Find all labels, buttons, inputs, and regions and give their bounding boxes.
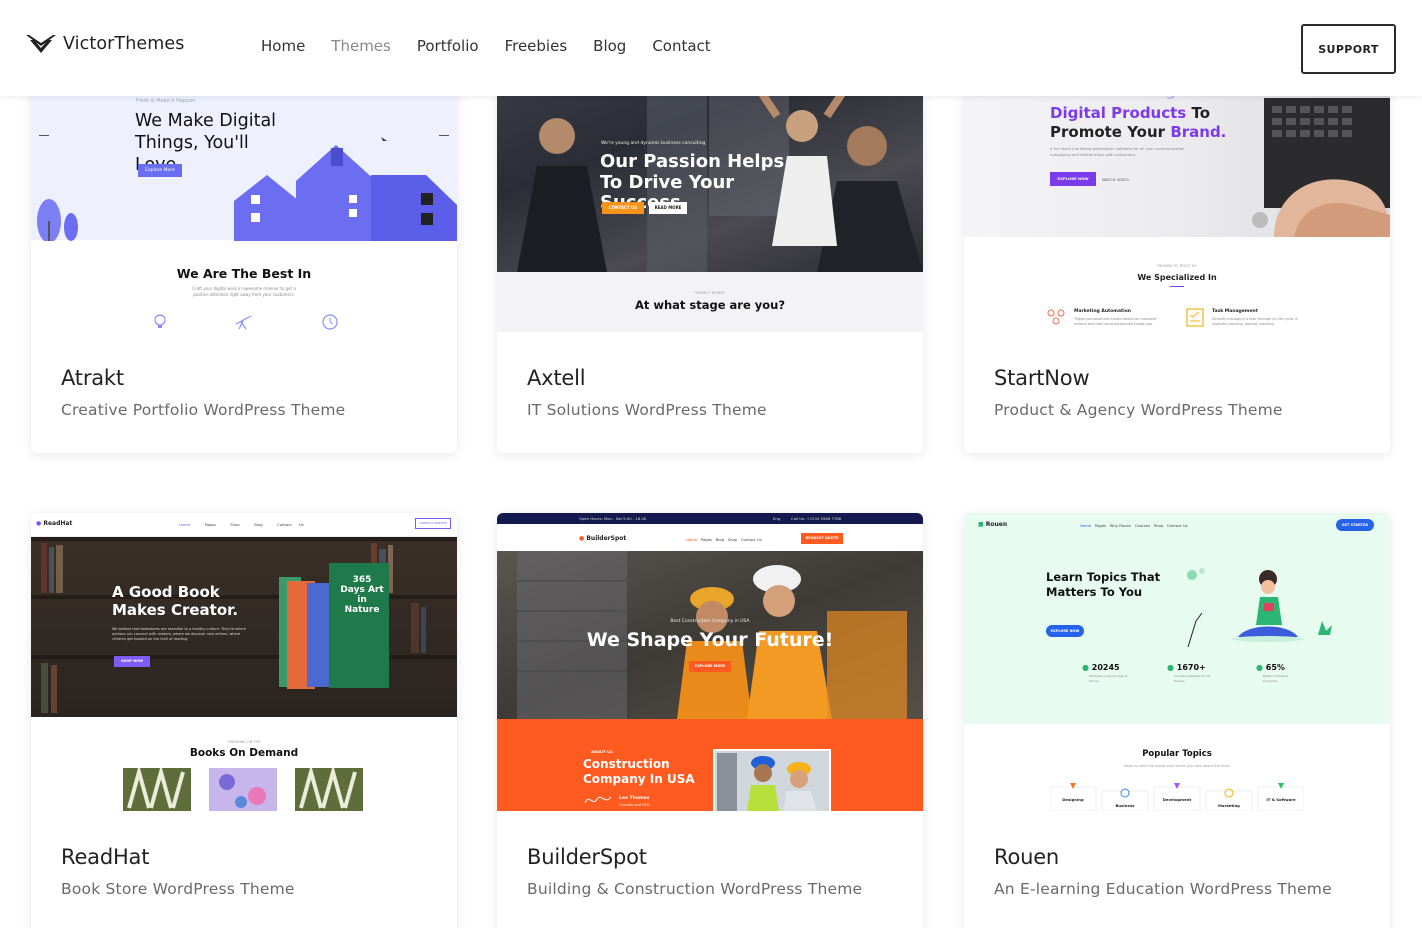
preview-button-primary: CONTACT US [602,202,644,214]
preview-feature-2: Task Management [1212,309,1258,314]
preview-stat-1: ● 20245 [1082,663,1120,672]
nav-contact[interactable]: Contact [652,37,710,55]
preview-hero: A Good Book Makes Creator. [112,583,239,619]
theme-card-builderspot[interactable]: Open Hours: Mon - Sat 9.00 - 18.00 Eng C… [497,513,923,928]
preview-button: EXPLORE MORE [689,661,731,672]
theme-card-atrakt[interactable]: Fresh & Make It Happen We Make Digital T… [31,40,457,453]
theme-card-readhat[interactable]: ● ReadHat Home Pages Shop Blog Contact U… [31,513,457,928]
preview-button-secondary: READ MORE [649,202,687,214]
nav-freebies[interactable]: Freebies [505,37,568,55]
engineers-photo-icon [713,749,831,811]
preview-menu: Home Pages Why Rouen Courses Shop Contac… [1080,523,1188,528]
theme-preview-readhat[interactable]: ● ReadHat Home Pages Shop Blog Contact U… [31,513,457,811]
preview-hero: We Shape Your Future! [586,629,834,651]
preview-nav-button: CONTACT SERVICE [415,518,451,529]
preview-text: We believe that bookstores are essential… [112,627,246,641]
preview-section-title: Books On Demand [189,747,299,759]
theme-title[interactable]: ReadHat [61,845,149,869]
preview-section-title: We Specialized In [1137,273,1217,282]
victorthemes-logo-icon [26,35,56,53]
preview-link: WATCH VIDEO [1102,177,1129,182]
preview-nav-button: GET STARTED [1336,519,1374,531]
preview-about: Construction Company In USA [583,757,695,786]
theme-preview-builderspot[interactable]: Open Hours: Mon - Sat 9.00 - 18.00 Eng C… [497,513,923,811]
nav-home[interactable]: Home [261,37,305,55]
laptop-hands-image-icon [1252,98,1390,237]
preview-brand: ● BuilderSpot [579,535,627,542]
theme-card-rouen[interactable]: ■ Rouen Home Pages Why Rouen Courses Sho… [964,513,1390,928]
main-nav: Home Themes Portfolio Freebies Blog Cont… [261,37,737,55]
preview-kicker: Best Construction Company in USA [670,619,750,624]
preview-section-title: Popular Topics [1142,749,1212,759]
theme-title[interactable]: Atrakt [61,366,124,390]
logo-link[interactable]: VictorThemes [26,33,185,55]
preview-nav-button: REQUEST QUOTE [801,533,843,544]
houses-illustration-icon [37,137,457,241]
nav-blog[interactable]: Blog [593,37,626,55]
preview-menu: Home Pages Shop Blog Contact Us [179,522,304,527]
preview-about-kicker: ABOUT US [591,749,613,754]
book-covers-icon [123,768,363,811]
preview-tagline: Fresh & Make It Happen [136,98,196,104]
theme-subtitle: IT Solutions WordPress Theme [527,401,767,419]
preview-section-title: At what stage are you? [634,298,786,312]
theme-title[interactable]: BuilderSpot [527,845,647,869]
preview-text: A full stack marketing automation softwa… [1050,146,1185,157]
preview-section-text: Craft your digital work in awesome manne… [192,286,296,297]
preview-section-text: Keep up with the topics and trends you c… [1124,764,1230,768]
preview-hero: Digital Products To Promote Your Brand. [1050,104,1227,141]
preview-book-text: 365 Days Art in Nature [340,575,384,615]
preview-button: EXPLORE NOW [1050,172,1096,186]
preview-menu: Home Pages Blog Shop Contact Us [686,537,762,542]
theme-subtitle: Creative Portfolio WordPress Theme [61,401,346,419]
preview-section-kicker: WORK IT WORKS [695,291,725,295]
preview-topbar-hours: Open Hours: Mon - Sat 9.00 - 18.00 [579,516,647,521]
preview-brand: ● ReadHat [36,520,73,527]
theme-card-axtell[interactable]: We're young and dynamic business consult… [497,40,923,453]
preview-stat-2: ● 1670+ [1167,663,1206,672]
site-header: VictorThemes Home Themes Portfolio Freeb… [0,0,1422,96]
preview-section-kicker: TRENDING ON TOP [227,740,261,744]
preview-kicker: We're young and dynamic business consult… [601,141,706,146]
theme-subtitle: An E-learning Education WordPress Theme [994,880,1332,898]
meditating-student-illustration-icon [1187,568,1332,647]
theme-title[interactable]: Axtell [527,366,586,390]
preview-button: SHOP NOW [114,656,150,667]
theme-subtitle: Product & Agency WordPress Theme [994,401,1283,419]
preview-hero: Learn Topics That Matters To You [1046,570,1161,599]
theme-preview-rouen[interactable]: ■ Rouen Home Pages Why Rouen Courses Sho… [964,513,1390,811]
support-button[interactable]: SUPPORT [1301,24,1396,74]
nav-themes[interactable]: Themes [331,37,391,55]
preview-section-title: We Are The Best In [176,266,312,281]
theme-title[interactable]: Rouen [994,845,1059,869]
theme-subtitle: Building & Construction WordPress Theme [527,880,863,898]
feature-icons [154,314,338,330]
task-icon [1186,308,1204,327]
topic-icons [1050,783,1304,811]
signature-icon [584,796,612,804]
preview-feature-1: Marketing Automation [1074,309,1131,314]
preview-section-kicker: REASON TO TRUST US [1157,264,1197,268]
theme-title[interactable]: StartNow [994,366,1090,390]
nav-portfolio[interactable]: Portfolio [417,37,479,55]
preview-brand: ■ Rouen [978,521,1008,528]
marketing-icon [1047,309,1065,325]
theme-subtitle: Book Store WordPress Theme [61,880,295,898]
logo-text: VictorThemes [63,34,185,54]
theme-card-startnow[interactable]: We're Creating Perfect Digital Products … [964,40,1390,453]
preview-button: EXPLORE NOW [1046,625,1084,637]
preview-stat-3: ● 65% [1256,663,1285,672]
